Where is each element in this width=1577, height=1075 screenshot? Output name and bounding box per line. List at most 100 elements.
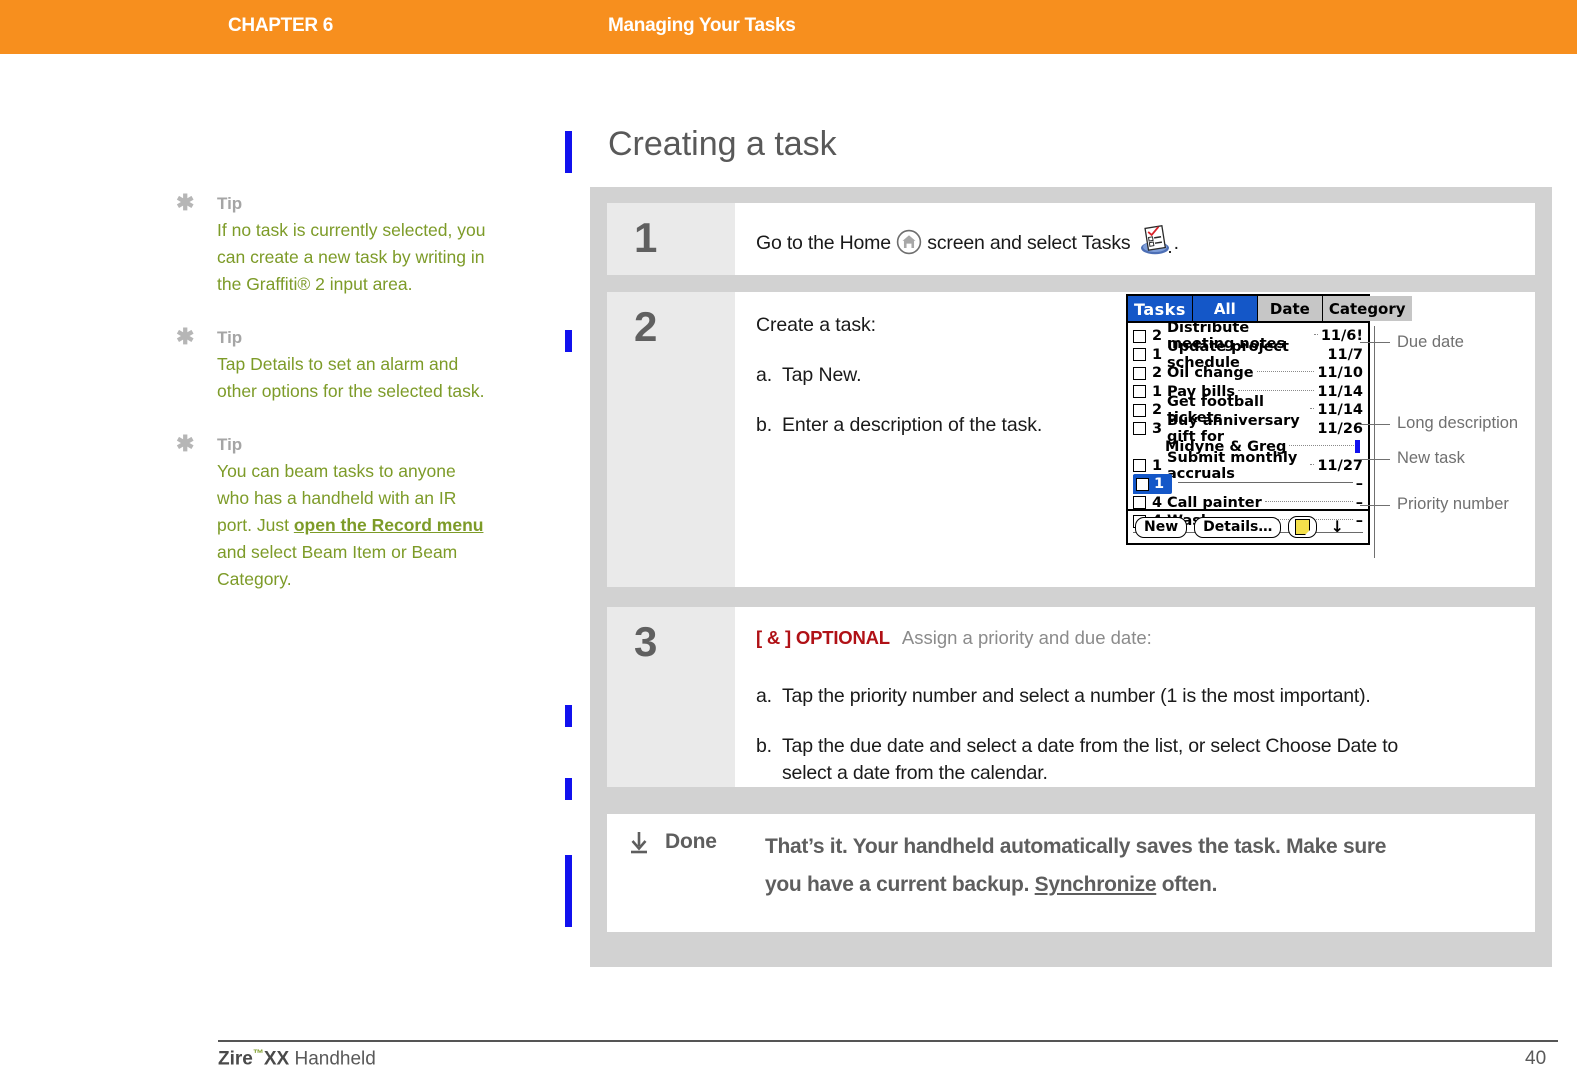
trademark-symbol: ™ <box>252 1048 264 1060</box>
page-header-band: CHAPTER 6 Managing Your Tasks <box>0 0 1577 54</box>
substep-text: Enter a description of the task. <box>782 414 1043 436</box>
step-content: Create a task: a. Tap New. b. Enter a desc… <box>735 292 1535 587</box>
note-button[interactable] <box>1288 516 1318 538</box>
tip-item: ✱ Tip You can beam tasks to anyone who h… <box>176 431 486 593</box>
tip-label: Tip <box>217 328 243 347</box>
step-content: [ & ] OPTIONAL Assign a priority and due … <box>735 607 1535 787</box>
step2-substep-b: b. Enter a description of the task. <box>756 414 1042 437</box>
new-task-line <box>1178 482 1353 484</box>
callout-leader-new-task <box>1360 459 1390 461</box>
callout-spine <box>1374 326 1376 558</box>
leader-dots <box>1313 334 1318 336</box>
task-due-date[interactable]: 11/6! <box>1321 328 1363 344</box>
task-due-date[interactable]: 11/27 <box>1317 458 1363 474</box>
task-priority[interactable]: 1 <box>1151 347 1163 363</box>
substep-text: Tap the due date and select a date from … <box>782 735 1399 757</box>
substep-marker: b. <box>756 414 773 436</box>
step-number: 2 <box>634 303 658 350</box>
task-checkbox[interactable] <box>1133 474 1152 494</box>
new-task-selection[interactable]: 1 <box>1133 474 1172 495</box>
change-bar <box>565 778 572 800</box>
task-priority[interactable]: 1 <box>1151 458 1163 474</box>
task-due-date[interactable]: 11/14 <box>1317 384 1363 400</box>
tip-text-tail: and select Beam Item or Beam Category. <box>217 542 458 589</box>
task-checkbox[interactable] <box>1133 348 1146 362</box>
new-task-row[interactable]: 1 – <box>1133 474 1363 495</box>
task-checkbox[interactable] <box>1133 366 1146 380</box>
leader-dots <box>1289 445 1360 447</box>
task-due-date[interactable]: 11/10 <box>1317 365 1363 381</box>
callout-new-task: New task <box>1397 449 1465 467</box>
leader-dots <box>1238 389 1315 391</box>
change-bar <box>565 855 572 927</box>
task-priority[interactable]: 2 <box>1151 328 1163 344</box>
change-bar <box>565 330 572 352</box>
details-button[interactable]: Details… <box>1194 516 1282 538</box>
step3-intro: Assign a priority and due date: <box>901 627 1152 648</box>
task-checkbox[interactable] <box>1133 385 1146 399</box>
pda-button-bar: New Details… ↓ <box>1128 509 1368 543</box>
product-type: Handheld <box>289 1048 376 1070</box>
task-row[interactable]: 3 Buy anniversary gift for 11/26 <box>1133 413 1363 445</box>
task-priority[interactable]: 1 <box>1153 476 1165 492</box>
tip-item: ✱ Tip If no task is currently selected, … <box>176 190 486 298</box>
task-priority[interactable]: 1 <box>1151 384 1163 400</box>
pda-tab-date[interactable]: Date <box>1256 296 1322 321</box>
task-priority[interactable]: 2 <box>1151 402 1163 418</box>
step-number: 3 <box>634 618 658 665</box>
tip-text: If no task is currently selected, you ca… <box>217 217 486 298</box>
task-row[interactable]: 2 Oil change 11/10 <box>1133 364 1363 383</box>
change-bar <box>565 705 572 727</box>
asterisk-icon: ✱ <box>176 190 195 215</box>
task-description[interactable]: Oil change <box>1167 365 1254 381</box>
step-row-2: 2 Create a task: a. Tap New. b. Enter a de… <box>607 292 1535 587</box>
step1-text-middle: screen and select Tasks <box>922 232 1136 254</box>
pda-tab-all[interactable]: All <box>1191 296 1257 321</box>
note-icon <box>1295 519 1311 535</box>
step1-text-after: . <box>1173 232 1179 254</box>
step3-optional-header: [ & ] OPTIONAL Assign a priority and due … <box>756 627 1152 649</box>
step-number-cell: 3 <box>607 607 735 787</box>
step-row-3: 3 [ & ] OPTIONAL Assign a priority and du… <box>607 607 1535 787</box>
tasks-app-screenshot: Tasks All Date Category 2 Distribute mee… <box>1126 294 1412 545</box>
tip-label: Tip <box>217 194 243 213</box>
task-checkbox[interactable] <box>1133 329 1146 343</box>
pda-task-list: 2 Distribute meeting notes 11/6! 1 Updat… <box>1128 320 1368 533</box>
substep-text: Tap the priority number and select a num… <box>782 685 1371 707</box>
task-due-date[interactable]: 11/7 <box>1327 347 1363 363</box>
task-row[interactable]: 1 Update project schedule 11/7 <box>1133 339 1363 371</box>
task-due-date[interactable]: – <box>1356 476 1363 492</box>
done-text: That’s it. Your handheld automatically s… <box>765 828 1525 904</box>
section-accent-bar <box>565 131 572 173</box>
pda-tab-category[interactable]: Category <box>1321 296 1412 321</box>
brand-name: Zire <box>218 1048 253 1070</box>
synchronize-link[interactable]: Synchronize <box>1035 873 1157 896</box>
done-label: Done <box>665 830 717 853</box>
asterisk-icon: ✱ <box>176 431 195 456</box>
task-due-date[interactable]: 11/26 <box>1317 421 1363 437</box>
new-button[interactable]: New <box>1135 516 1188 538</box>
step3-substep-b-line2: select a date from the calendar. <box>782 762 1048 784</box>
pda-app-name: Tasks <box>1128 296 1192 321</box>
callout-long-description: Long description <box>1397 414 1519 432</box>
task-checkbox[interactable] <box>1133 459 1146 473</box>
step1-text-before: Go to the Home <box>756 232 897 254</box>
task-priority[interactable]: 2 <box>1151 365 1163 381</box>
task-due-date[interactable]: 11/14 <box>1317 402 1363 418</box>
download-arrow-icon <box>629 831 649 857</box>
callout-leader-due-date <box>1360 342 1390 344</box>
footer-product: Zire™XX Handheld <box>218 1048 376 1070</box>
scroll-down-indicator[interactable]: ↓ <box>1331 519 1344 535</box>
task-priority[interactable]: 3 <box>1151 421 1163 437</box>
task-checkbox[interactable] <box>1133 403 1146 417</box>
task-checkbox[interactable] <box>1133 496 1146 510</box>
step1-instruction: Go to the Home screen and select Tasks . <box>756 225 1179 265</box>
tip-text: Tap Details to set an alarm and other op… <box>217 351 486 405</box>
leader-dots <box>1310 463 1315 465</box>
task-row[interactable]: 1 Submit monthly accruals 11/27 <box>1133 450 1363 482</box>
model-name: XX <box>263 1048 290 1070</box>
task-checkbox[interactable] <box>1133 422 1146 436</box>
record-menu-link[interactable]: open the Record menu <box>294 515 484 535</box>
steps-container: 1 Go to the Home screen and select Tasks… <box>590 187 1552 967</box>
leader-dots <box>1264 500 1353 502</box>
